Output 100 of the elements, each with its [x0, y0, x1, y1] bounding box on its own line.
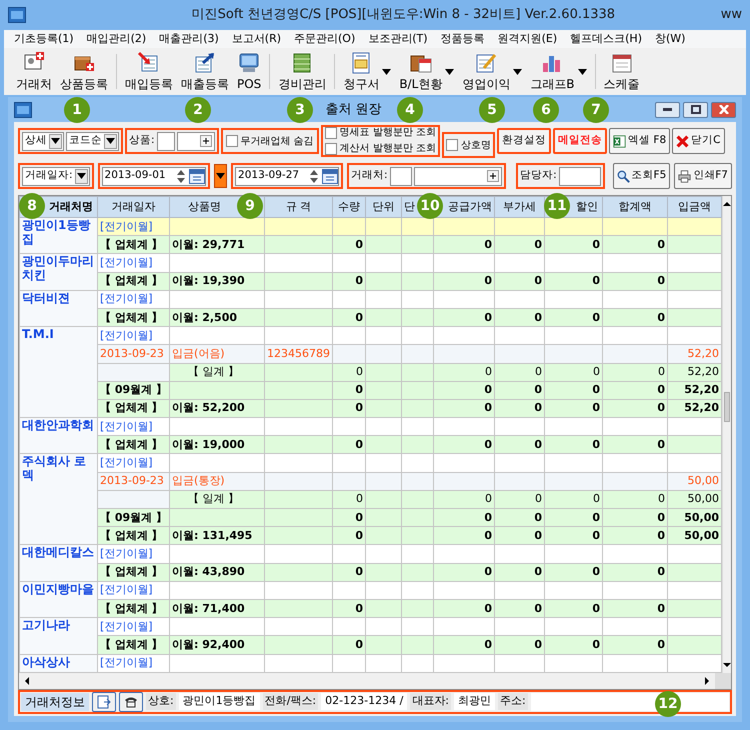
contact-card-button[interactable]	[92, 692, 116, 712]
table-cell	[332, 454, 366, 472]
menu-item[interactable]: 기초등록(1)	[14, 30, 74, 48]
action-button[interactable]: 조회F5	[612, 163, 670, 189]
table-cell	[332, 618, 366, 636]
toolbar-button[interactable]: 영업이익	[462, 51, 510, 92]
toolbar-button[interactable]: 청구서	[343, 51, 380, 92]
toolbar-button[interactable]: POS	[237, 51, 262, 92]
table-cell	[366, 508, 402, 527]
table-cell	[494, 581, 544, 600]
toolbar-button[interactable]: 거래처	[16, 51, 52, 92]
toolbar-button[interactable]: B/L현황	[399, 51, 442, 92]
action-button[interactable]: 인쇄F7	[674, 163, 732, 189]
table-cell	[402, 399, 434, 418]
table-cell: 이월: 43,890	[170, 563, 264, 582]
menu-item[interactable]: 매입관리(2)	[86, 30, 146, 48]
company-name-cell[interactable]: 광민이두마리치킨	[20, 254, 98, 290]
lookup-field[interactable]	[414, 166, 502, 186]
toolbar-button[interactable]: 그래프B	[530, 51, 575, 92]
menu-item[interactable]: 보고서(R)	[232, 30, 282, 48]
sort-select[interactable]: 코드순	[66, 132, 119, 150]
menu-item[interactable]: 창(W)	[654, 30, 686, 48]
table-cell	[602, 290, 668, 308]
table-cell: 0	[602, 563, 668, 582]
action-button[interactable]: 닫기C	[672, 128, 724, 154]
table-cell: 【 09월계 】	[98, 381, 170, 400]
dropdown-arrow-icon	[578, 68, 587, 74]
company-name-cell[interactable]: 대한메디칼스	[20, 544, 98, 582]
close-button[interactable]	[711, 102, 736, 118]
table-cell: 0	[494, 636, 544, 654]
action-button[interactable]: 환경설정	[497, 128, 552, 154]
table-cell: 【 09월계 】	[98, 508, 170, 527]
menu-item[interactable]: 보조관리(T)	[368, 30, 428, 48]
table-cell: 0	[544, 599, 602, 618]
company-name-cell[interactable]: 광민이1등빵집	[20, 218, 98, 254]
menu-item[interactable]: 주문관리(O)	[294, 30, 356, 48]
vertical-scrollbar[interactable]	[722, 196, 731, 673]
column-header[interactable]: 상품명	[188, 200, 221, 213]
toolbar-button[interactable]: 스케줄	[604, 51, 640, 92]
table-cell	[668, 618, 722, 636]
toolbar-button[interactable]: 상품등록	[60, 51, 108, 92]
table-cell: 0	[434, 526, 494, 545]
company-name-cell[interactable]: 고기나라	[20, 618, 98, 654]
company-name-cell[interactable]: T.M.I	[20, 326, 98, 418]
manager-field[interactable]	[558, 166, 601, 186]
scroll-up-icon	[723, 202, 731, 206]
menu-item[interactable]: 정품등록	[440, 30, 485, 48]
table-cell	[602, 618, 668, 636]
menu-item[interactable]: 매출관리(3)	[159, 30, 219, 48]
table-cell: 0	[602, 399, 668, 418]
maximize-button[interactable]	[683, 102, 708, 118]
table-cell	[402, 472, 434, 490]
table-cell	[264, 508, 332, 527]
checkbox[interactable]: 계산서 발행분만 조회	[324, 142, 436, 156]
phone-button[interactable]	[119, 692, 143, 712]
horizontal-scrollbar[interactable]	[19, 672, 716, 689]
table-cell	[402, 272, 434, 290]
table-cell	[668, 308, 722, 327]
column-header[interactable]: 거래처명	[49, 200, 93, 213]
menu-item[interactable]: 헬프데스크(H)	[570, 30, 642, 48]
table-cell	[494, 618, 544, 636]
view-mode-select[interactable]: 상세	[22, 132, 64, 150]
table-cell	[264, 272, 332, 290]
product-code-field[interactable]	[156, 132, 175, 150]
date-field[interactable]: 2013-09-27	[235, 166, 340, 186]
client-code-field[interactable]	[390, 166, 412, 186]
field-value: 최광민	[454, 693, 495, 710]
toolbar-button[interactable]: 매입등록	[125, 51, 173, 92]
toolbar-button[interactable]: 경비관리	[278, 51, 326, 92]
table-cell: 123456789	[264, 344, 332, 363]
table-cell: 50,00	[668, 526, 722, 545]
menu-item[interactable]: 원격지원(E)	[498, 30, 558, 48]
checkbox[interactable]: 명세표 발행분만 조회	[324, 126, 436, 140]
table-cell	[98, 490, 170, 508]
table-cell	[434, 454, 494, 472]
table-cell	[434, 581, 494, 600]
company-name-cell[interactable]: 닥터비젼	[20, 290, 98, 327]
range-toggle-button[interactable]	[214, 164, 228, 188]
toolbar-button[interactable]: 매출등록	[181, 51, 229, 92]
lookup-field[interactable]	[176, 132, 215, 150]
company-name-cell[interactable]: 대한안과학회	[20, 418, 98, 454]
minimize-button[interactable]	[655, 102, 680, 118]
company-name-cell[interactable]: 이민지빵마을	[20, 581, 98, 618]
date-type-select[interactable]: 거래일자:	[22, 166, 90, 186]
table-cell: 0	[602, 308, 668, 327]
address-field[interactable]	[530, 692, 729, 711]
close-icon	[676, 134, 690, 148]
table-cell	[332, 344, 366, 363]
table-cell: 0	[434, 508, 494, 527]
column-header[interactable]: 할인	[576, 200, 598, 213]
company-name-cell[interactable]: 주식회사 로덱	[20, 454, 98, 545]
date-field[interactable]: 2013-09-01	[102, 166, 206, 186]
action-button[interactable]: 엑셀 F8	[609, 128, 670, 154]
scrollbar-thumb[interactable]	[724, 392, 730, 422]
table-cell	[264, 236, 332, 254]
table-cell	[668, 454, 722, 472]
table-cell	[602, 472, 668, 490]
table-cell: 【 업체계 】	[98, 272, 170, 290]
company-name-cell[interactable]: 아삭상사	[20, 654, 98, 672]
table-cell: [전기이월]	[98, 618, 170, 636]
